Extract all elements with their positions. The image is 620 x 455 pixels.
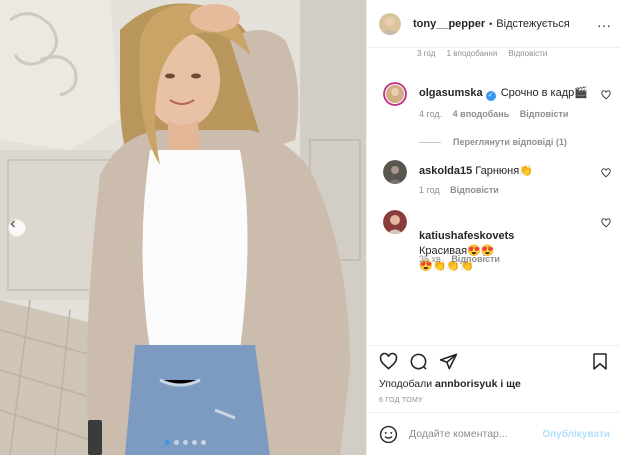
avatar[interactable] — [379, 12, 401, 35]
more-options-icon[interactable]: ··· — [597, 17, 611, 33]
post-timestamp[interactable]: 6 ГОД ТОМУ — [379, 397, 423, 404]
author-avatar-image — [379, 12, 401, 35]
comment-meta: 4 год. 4 вподобань Відповісти — [419, 109, 576, 119]
comment-username[interactable]: askolda15 — [419, 165, 472, 177]
comment-time: 3 год — [417, 49, 436, 58]
liker-username[interactable]: annborisyuk — [435, 378, 497, 390]
carousel-dot — [183, 440, 188, 445]
view-replies-label: Переглянути відповіді (1) — [453, 137, 567, 147]
likes-prefix: Уподобали — [379, 378, 435, 390]
add-comment-bar: Опублікувати — [367, 412, 620, 455]
comment-icon[interactable] — [409, 352, 428, 371]
divider — [419, 141, 441, 143]
carousel-dot — [165, 440, 170, 445]
reply-button[interactable]: Відповісти — [450, 185, 499, 195]
comment-meta: 1 год Відповісти — [419, 185, 507, 195]
verified-badge-icon: ✓ — [485, 91, 496, 101]
heart-icon[interactable] — [379, 352, 398, 371]
carousel-dot — [174, 440, 179, 445]
carousel-prev-button[interactable] — [8, 219, 26, 237]
avatar[interactable] — [383, 210, 407, 234]
comment-username[interactable]: olgasumska — [419, 87, 483, 99]
commenter-avatar-image — [383, 160, 407, 184]
author-username[interactable]: tony__pepper — [413, 18, 485, 30]
chevron-left-icon — [10, 220, 15, 228]
publish-button[interactable]: Опублікувати — [542, 429, 610, 440]
carousel-indicator — [165, 440, 206, 445]
comment-username[interactable]: katiushafeskovets — [419, 230, 514, 242]
bookmark-icon[interactable] — [591, 352, 609, 371]
view-replies-button[interactable]: Переглянути відповіді (1) — [419, 137, 567, 147]
comment-input[interactable] — [409, 425, 549, 443]
comment-text: Срочно в кадр🎬 — [500, 87, 588, 99]
truncated-comment-meta: 3 год 1 вподобання Відповісти — [417, 49, 556, 58]
carousel-dot — [192, 440, 197, 445]
post-photo[interactable] — [0, 0, 366, 455]
follow-status-button[interactable]: Відстежується — [496, 18, 569, 30]
comments-list[interactable]: 3 год 1 вподобання Відповісти olgasumska… — [367, 48, 620, 345]
post-header: tony__pepper • Відстежується ··· — [367, 0, 620, 48]
comment-time: 4 год. — [419, 109, 443, 119]
post-sidebar: tony__pepper • Відстежується ··· 3 год 1… — [366, 0, 620, 455]
header-separator: • — [489, 18, 493, 29]
like-comment-heart-icon[interactable] — [601, 90, 611, 100]
comment-likes[interactable]: 4 вподобань — [453, 109, 510, 119]
photo-illustration — [0, 0, 366, 455]
commenter-avatar-image — [383, 210, 407, 234]
share-icon[interactable] — [439, 352, 458, 371]
likes-summary[interactable]: Уподобали annborisyuk і ще — [379, 378, 521, 390]
comment-time: 1 год — [419, 185, 440, 195]
post-actions: Уподобали annborisyuk і ще 6 ГОД ТОМУ Оп… — [367, 345, 620, 455]
comment-meta: 35 хв Відповісти — [419, 254, 508, 264]
commenter-avatar-image — [383, 82, 407, 106]
comment-text-block: katiushafeskovets Красивая😍😍 😍👏👏👏 — [419, 214, 597, 274]
like-comment-heart-icon[interactable] — [601, 168, 611, 178]
comment-likes[interactable]: 1 вподобання — [447, 49, 498, 58]
reply-button[interactable]: Відповісти — [520, 109, 569, 119]
avatar[interactable] — [383, 160, 407, 184]
comment-text-block: askolda15 Гарнюня👏 — [419, 164, 597, 179]
emoji-icon[interactable] — [379, 425, 398, 444]
likes-suffix[interactable]: і ще — [497, 378, 521, 390]
like-comment-heart-icon[interactable] — [601, 218, 611, 228]
avatar[interactable] — [383, 82, 407, 106]
comment-text-block: olgasumska ✓ Срочно в кадр🎬 — [419, 86, 597, 101]
comment-time: 35 хв — [419, 254, 441, 264]
reply-button[interactable]: Відповісти — [451, 254, 500, 264]
reply-button[interactable]: Відповісти — [509, 49, 548, 58]
carousel-dot — [201, 440, 206, 445]
comment-text: Гарнюня👏 — [475, 165, 533, 177]
